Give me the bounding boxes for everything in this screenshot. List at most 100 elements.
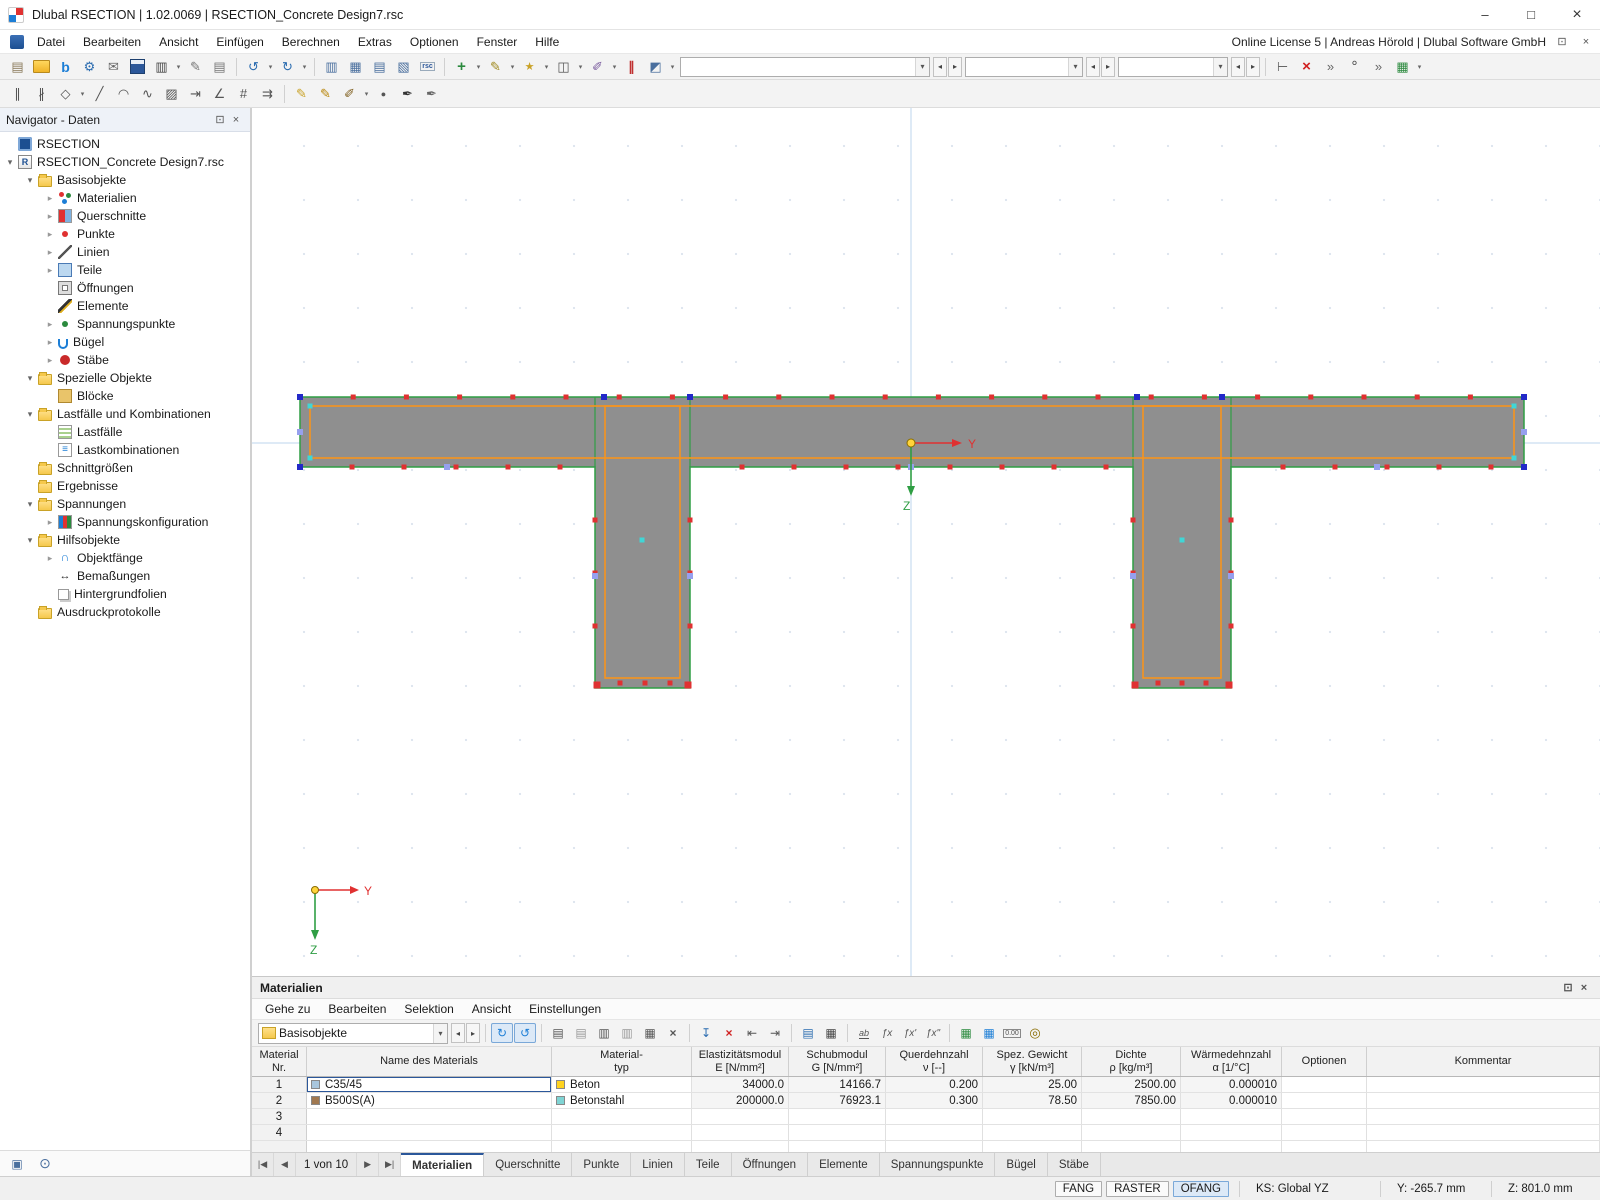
menu-berechnen[interactable]: Berechnen bbox=[273, 33, 349, 51]
new-object-icon[interactable] bbox=[450, 56, 473, 77]
result-prev-icon[interactable]: ◂ bbox=[1231, 57, 1245, 77]
stress-points-icon[interactable] bbox=[620, 56, 643, 77]
tree-item-lastfaelle-kombinationen[interactable]: Lastfälle und Kombinationen bbox=[0, 405, 250, 423]
scale-next-icon[interactable]: ▸ bbox=[1101, 57, 1115, 77]
mesh-icon[interactable] bbox=[232, 83, 255, 104]
tree-item-objektfaenge[interactable]: Objektfänge bbox=[0, 549, 250, 567]
email-icon[interactable] bbox=[102, 56, 125, 77]
show-layout-icon[interactable] bbox=[392, 56, 415, 77]
menu-ansicht[interactable]: Ansicht bbox=[150, 33, 207, 51]
angle-dimension-icon[interactable] bbox=[208, 83, 231, 104]
chevron-down-icon[interactable] bbox=[24, 409, 36, 420]
delete-row-icon[interactable] bbox=[616, 1023, 638, 1043]
hatch-icon[interactable] bbox=[160, 83, 183, 104]
cell-e[interactable]: 200000.0 bbox=[692, 1093, 789, 1108]
dlubal-icon[interactable] bbox=[54, 56, 77, 77]
cell-alpha[interactable] bbox=[1181, 1125, 1282, 1140]
menu-selektion[interactable]: Selektion bbox=[395, 1000, 462, 1018]
tree-item-schnittgroessen[interactable]: Schnittgrößen bbox=[0, 459, 250, 477]
section-dropdown-icon[interactable] bbox=[576, 56, 585, 77]
cell-nu[interactable]: 0.300 bbox=[886, 1093, 983, 1108]
chevron-right-icon[interactable] bbox=[44, 319, 56, 330]
overflow-icon[interactable] bbox=[1319, 56, 1342, 77]
tree-item-hintergrundfolien[interactable]: Hintergrundfolien bbox=[0, 585, 250, 603]
show-navigator-icon[interactable] bbox=[320, 56, 343, 77]
tree-item-bemassungen[interactable]: Bemaßungen bbox=[0, 567, 250, 585]
tree-item-rsection[interactable]: RSECTION bbox=[0, 135, 250, 153]
tree-item-spannungskonfiguration[interactable]: Spannungskonfiguration bbox=[0, 513, 250, 531]
cell-rho[interactable]: 7850.00 bbox=[1082, 1093, 1181, 1108]
tree-item-lastkombinationen[interactable]: Lastkombinationen bbox=[0, 441, 250, 459]
cell-rho[interactable]: 2500.00 bbox=[1082, 1077, 1181, 1092]
cell-kommentar[interactable] bbox=[1367, 1109, 1600, 1124]
combo-arrow-icon[interactable] bbox=[915, 58, 929, 76]
cells-icon[interactable] bbox=[639, 1023, 661, 1043]
chevron-down-icon[interactable] bbox=[24, 499, 36, 510]
chevron-right-icon[interactable] bbox=[44, 193, 56, 204]
menu-bearbeiten[interactable]: Bearbeiten bbox=[74, 33, 150, 51]
float-window-icon[interactable] bbox=[1554, 35, 1570, 49]
cell-typ[interactable] bbox=[552, 1125, 692, 1140]
chevron-down-icon[interactable] bbox=[24, 535, 36, 546]
chevron-down-icon[interactable] bbox=[4, 157, 16, 168]
display-properties-icon[interactable] bbox=[586, 56, 609, 77]
jump-last-icon[interactable] bbox=[764, 1023, 786, 1043]
cell-g[interactable]: 14166.7 bbox=[789, 1077, 886, 1092]
navigator-pages-icon[interactable] bbox=[6, 1154, 28, 1173]
visibility-icon[interactable] bbox=[644, 56, 667, 77]
cell-alpha[interactable]: 0.000010 bbox=[1181, 1077, 1282, 1092]
cell-name[interactable] bbox=[307, 1125, 552, 1140]
scale-combo[interactable] bbox=[965, 57, 1083, 77]
formula-icon[interactable] bbox=[876, 1023, 898, 1043]
import-icon[interactable] bbox=[695, 1023, 717, 1043]
excel-import-icon[interactable] bbox=[955, 1023, 977, 1043]
print-icon[interactable] bbox=[150, 56, 173, 77]
rename-icon[interactable] bbox=[853, 1023, 875, 1043]
menu-einfuegen[interactable]: Einfügen bbox=[207, 33, 272, 51]
tab-oeffnungen[interactable]: Öffnungen bbox=[732, 1153, 809, 1176]
tree-item-lastfaelle[interactable]: Lastfälle bbox=[0, 423, 250, 441]
chevron-right-icon[interactable] bbox=[44, 355, 56, 366]
menu-ansicht-tabelle[interactable]: Ansicht bbox=[463, 1000, 520, 1018]
results-table-icon[interactable] bbox=[1391, 56, 1414, 77]
fill-icon[interactable] bbox=[338, 83, 361, 104]
chevron-down-icon[interactable] bbox=[24, 373, 36, 384]
model-settings-icon[interactable] bbox=[78, 56, 101, 77]
cell-kommentar[interactable] bbox=[1367, 1077, 1600, 1092]
cell-optionen[interactable] bbox=[1282, 1109, 1367, 1124]
combo-arrow-icon[interactable] bbox=[433, 1024, 447, 1043]
next-page-icon[interactable]: ▶ bbox=[357, 1153, 379, 1176]
table-group-combo[interactable]: Basisobjekte bbox=[258, 1023, 448, 1044]
tree-item-staebe[interactable]: Stäbe bbox=[0, 351, 250, 369]
visibility-dropdown-icon[interactable] bbox=[668, 56, 677, 77]
cell-nu[interactable]: 0.200 bbox=[886, 1077, 983, 1092]
close-document-icon[interactable] bbox=[1578, 35, 1594, 49]
tree-item-basisobjekte[interactable]: Basisobjekte bbox=[0, 171, 250, 189]
maximize-button[interactable] bbox=[1508, 0, 1554, 29]
tree-item-spezielle-objekte[interactable]: Spezielle Objekte bbox=[0, 369, 250, 387]
draw-rebar-icon[interactable] bbox=[314, 83, 337, 104]
grid-toggle[interactable]: RASTER bbox=[1106, 1181, 1169, 1197]
cell-optionen[interactable] bbox=[1282, 1093, 1367, 1108]
cell-nu[interactable] bbox=[886, 1125, 983, 1140]
tree-item-spannungspunkte[interactable]: Spannungspunkte bbox=[0, 315, 250, 333]
cell-rho[interactable] bbox=[1082, 1109, 1181, 1124]
edit-report-icon[interactable] bbox=[184, 56, 207, 77]
visibility-eye-icon[interactable] bbox=[34, 1154, 56, 1173]
chevron-right-icon[interactable] bbox=[44, 265, 56, 276]
tab-buegel[interactable]: Bügel bbox=[995, 1153, 1047, 1176]
combo-arrow-icon[interactable] bbox=[1068, 58, 1082, 76]
tree-item-punkte[interactable]: Punkte bbox=[0, 225, 250, 243]
intersect-icon[interactable] bbox=[256, 83, 279, 104]
sync-view-icon[interactable] bbox=[514, 1023, 536, 1043]
cell-kommentar[interactable] bbox=[1367, 1093, 1600, 1108]
show-panel-icon[interactable] bbox=[368, 56, 391, 77]
tab-linien[interactable]: Linien bbox=[631, 1153, 685, 1176]
draw-dropdown-icon[interactable] bbox=[508, 56, 517, 77]
cell-nr[interactable]: 2 bbox=[252, 1093, 307, 1108]
minimize-button[interactable] bbox=[1462, 0, 1508, 29]
combo-next-icon[interactable]: ▸ bbox=[948, 57, 962, 77]
cell-typ[interactable]: Beton bbox=[552, 1077, 692, 1092]
pen-icon[interactable] bbox=[396, 83, 419, 104]
cell-name[interactable]: B500S(A) bbox=[307, 1093, 552, 1108]
